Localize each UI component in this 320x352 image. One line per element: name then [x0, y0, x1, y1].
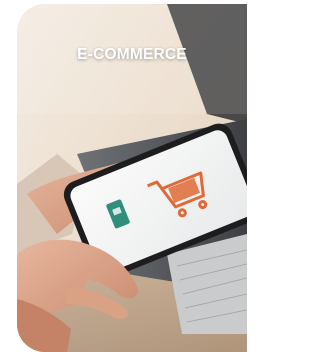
ecommerce-card[interactable]: E-COMMERCE [17, 4, 247, 352]
card-title: E-COMMERCE [77, 46, 187, 63]
